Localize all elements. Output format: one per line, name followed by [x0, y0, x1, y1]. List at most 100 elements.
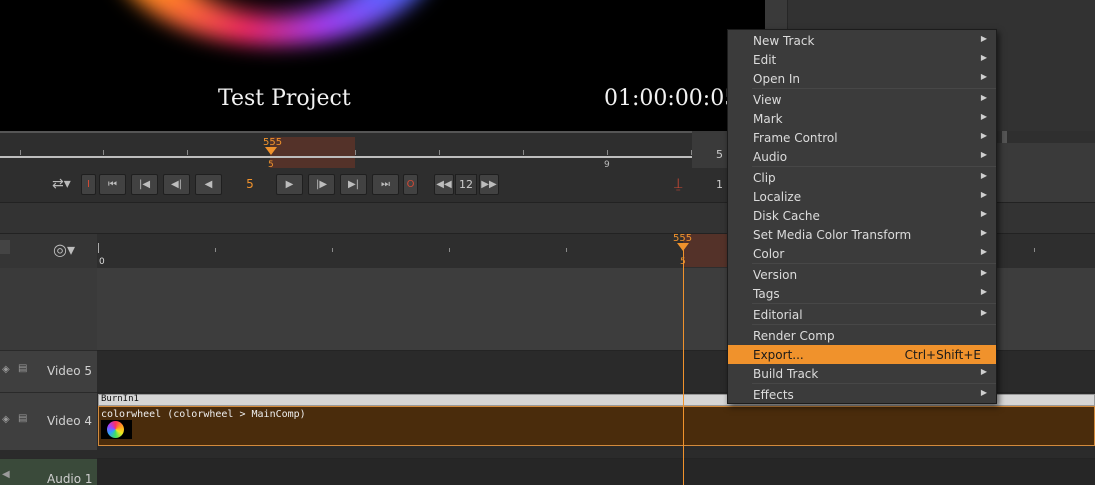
right-panel — [996, 131, 1095, 203]
ruler-tick — [449, 248, 450, 252]
menu-item-color[interactable]: Color ▶ — [728, 244, 996, 263]
track-header-empty — [0, 268, 97, 350]
menu-item-tags[interactable]: Tags ▶ — [728, 284, 996, 303]
colorwheel-clip[interactable]: colorwheel (colorwheel > MainComp) — [98, 406, 1095, 446]
layers-icon[interactable]: ◈ — [2, 414, 10, 425]
go-to-start-icon[interactable]: ⏮ — [99, 174, 126, 195]
menu-item-frame-control[interactable]: Frame Control ▶ — [728, 128, 996, 147]
viewer-ruler-range — [270, 137, 355, 170]
submenu-arrow-icon: ▶ — [980, 72, 987, 81]
burnin-title-text: Test Project — [218, 86, 351, 111]
current-frame-display[interactable]: 5 — [232, 177, 268, 191]
ruler-tick — [187, 150, 188, 155]
viewer-canvas: Test Project 01:00:00:05 — [0, 0, 765, 131]
viewer-ruler-line — [0, 156, 692, 158]
frame-field-value: 5 — [716, 148, 723, 161]
mark-in-button[interactable]: I — [81, 174, 96, 195]
menu-item-build-track[interactable]: Build Track ▶ — [728, 364, 996, 383]
stack-icon[interactable]: ▤ — [18, 413, 27, 424]
play-reverse-icon[interactable]: ◀ — [195, 174, 222, 195]
track-name: Video 4 — [47, 414, 93, 428]
menu-separator — [752, 88, 996, 89]
ruler-start-label: 0 — [99, 257, 105, 267]
submenu-arrow-icon: ▶ — [980, 209, 987, 218]
submenu-arrow-icon: ▶ — [980, 367, 987, 376]
ruler-tick — [103, 150, 104, 155]
submenu-arrow-icon: ▶ — [980, 308, 987, 317]
submenu-arrow-icon: ▶ — [980, 150, 987, 159]
playhead-line — [683, 250, 684, 485]
submenu-arrow-icon: ▶ — [980, 388, 987, 397]
menu-item-render-comp[interactable]: Render Comp — [728, 326, 996, 345]
menu-item-audio[interactable]: Audio ▶ — [728, 147, 996, 166]
mark-out-button[interactable]: O — [403, 174, 418, 195]
submenu-arrow-icon: ▶ — [980, 287, 987, 296]
ruler-tick — [607, 150, 608, 155]
clip-thumbnail — [101, 420, 132, 439]
menu-item-editorial[interactable]: Editorial ▶ — [728, 305, 996, 324]
submenu-arrow-icon: ▶ — [980, 190, 987, 199]
ruler-tick — [523, 150, 524, 155]
track-header-audio1[interactable]: ◀ Audio 1 — [0, 458, 97, 485]
menu-item-export[interactable]: Export... Ctrl+Shift+E — [728, 345, 996, 364]
scrollbar-handle[interactable] — [1002, 131, 1007, 143]
menu-separator — [752, 263, 996, 264]
clip-label: colorwheel (colorwheel > MainComp) — [101, 409, 306, 420]
previous-edit-icon[interactable]: |◀ — [131, 174, 158, 195]
submenu-arrow-icon: ▶ — [980, 112, 987, 121]
ruler-tick — [355, 150, 356, 155]
menu-separator — [752, 303, 996, 304]
next-edit-icon[interactable]: ▶| — [340, 174, 367, 195]
menu-item-new-track[interactable]: New Track ▶ — [728, 31, 996, 50]
fps-field[interactable]: 12 — [455, 174, 477, 195]
track-name: Video 5 — [47, 364, 93, 378]
collapse-handle[interactable] — [0, 240, 10, 254]
ruler-tick — [215, 248, 216, 252]
clip-label: BurnIn1 — [101, 394, 139, 404]
layers-icon[interactable]: ◈ — [2, 364, 10, 375]
step-forward-icon[interactable]: |▶ — [308, 174, 335, 195]
track-header-video5[interactable]: ◈ ▤ Video 5 — [0, 350, 97, 392]
loop-mode-icon[interactable]: ⇄▾ — [52, 176, 71, 192]
shortcut-text: Ctrl+Shift+E — [904, 348, 981, 362]
marker-flag-icon[interactable]: ⍊ — [674, 176, 682, 192]
step-back-icon[interactable]: ◀| — [163, 174, 190, 195]
go-to-end-icon[interactable]: ⏭ — [372, 174, 399, 195]
ruler-tick — [20, 150, 21, 155]
scrollbar-track[interactable] — [996, 131, 1095, 143]
play-forward-icon[interactable]: ▶ — [276, 174, 303, 195]
menu-item-edit[interactable]: Edit ▶ — [728, 50, 996, 69]
menu-item-set-media-color-transform[interactable]: Set Media Color Transform ▶ — [728, 225, 996, 244]
track-lane-audio1[interactable] — [97, 458, 1095, 485]
submenu-arrow-icon: ▶ — [980, 34, 987, 43]
menu-item-view[interactable]: View ▶ — [728, 90, 996, 109]
frame-increment-field[interactable]: 1 — [692, 168, 728, 202]
target-icon[interactable]: ◎▾ — [53, 240, 75, 259]
frame-field[interactable]: 5 — [692, 131, 728, 168]
menu-item-version[interactable]: Version ▶ — [728, 265, 996, 284]
menu-separator — [752, 166, 996, 167]
menu-item-disk-cache[interactable]: Disk Cache ▶ — [728, 206, 996, 225]
ruler-tick — [1034, 248, 1035, 252]
menu-item-localize[interactable]: Localize ▶ — [728, 187, 996, 206]
speaker-icon[interactable]: ◀ — [2, 469, 10, 480]
decrease-fps-icon[interactable]: ◀◀ — [434, 174, 454, 195]
submenu-arrow-icon: ▶ — [980, 93, 987, 102]
menu-item-clip[interactable]: Clip ▶ — [728, 168, 996, 187]
menu-item-effects[interactable]: Effects ▶ — [728, 385, 996, 404]
ruler-tick — [332, 248, 333, 252]
frame-increment-value: 1 — [716, 178, 723, 191]
playhead-handle[interactable] — [265, 147, 277, 155]
menu-item-open-in[interactable]: Open In ▶ — [728, 69, 996, 88]
menu-separator — [752, 383, 996, 384]
submenu-arrow-icon: ▶ — [980, 268, 987, 277]
ruler-tick — [566, 248, 567, 252]
menu-separator — [752, 324, 996, 325]
stack-icon[interactable]: ▤ — [18, 363, 27, 374]
menu-item-mark[interactable]: Mark ▶ — [728, 109, 996, 128]
ruler-start-tick — [98, 243, 99, 253]
increase-fps-icon[interactable]: ▶▶ — [479, 174, 499, 195]
track-header-video4[interactable]: ◈ ▤ Video 4 — [0, 392, 97, 450]
submenu-arrow-icon: ▶ — [980, 53, 987, 62]
ruler-tick — [439, 150, 440, 155]
